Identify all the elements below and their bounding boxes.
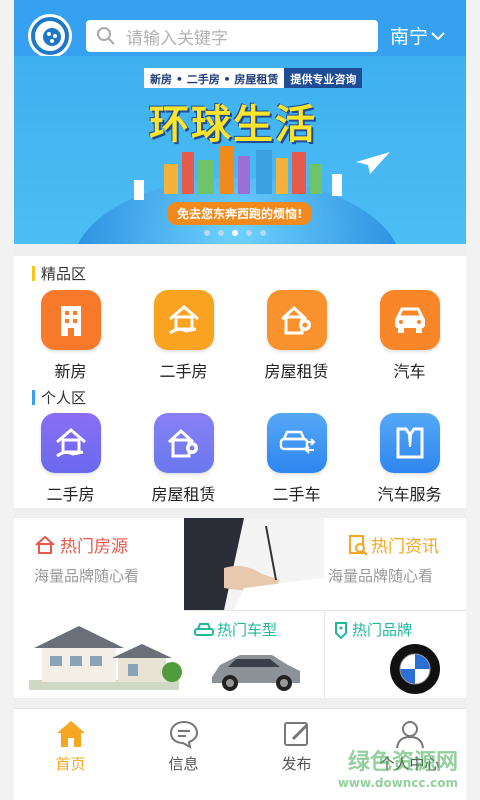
tab-publish-label: 发布: [281, 755, 312, 773]
car-swap-icon: [266, 413, 327, 473]
carousel-dot-active[interactable]: [232, 230, 238, 236]
tab-home[interactable]: 首页: [14, 709, 127, 800]
search-icon: [97, 27, 115, 45]
suit-icon: [379, 413, 440, 473]
hot-car-models-card[interactable]: 热门车型: [184, 611, 325, 699]
app-logo[interactable]: [28, 14, 72, 58]
personal-item-label: 二手房: [46, 485, 95, 504]
building-icon: [40, 290, 101, 350]
premium-section-header: 精品区: [32, 263, 86, 284]
carousel-dot[interactable]: [218, 230, 224, 236]
premium-item-label: 房屋租赁: [264, 362, 329, 381]
personal-grid: 二手房 房屋租赁 二手车 汽车服务: [14, 413, 466, 505]
hot-news-title-row: 热门资讯: [348, 532, 466, 557]
premium-section-title: 精品区: [41, 265, 87, 283]
premium-item-label: 汽车: [393, 362, 426, 381]
hot-news-card[interactable]: 热门资讯 海量品牌随心看: [324, 518, 466, 610]
home-icon: [56, 721, 85, 747]
house-hand-icon: [153, 290, 214, 350]
hot-brands-card[interactable]: 热门品牌: [325, 611, 466, 699]
chevron-down-icon: [431, 31, 445, 40]
app-container: 请输入关键字 南宁 新房 • 二手房 • 房屋租赁 提供专业咨询 环球生活 免去…: [14, 0, 466, 800]
house-hand-icon: [40, 413, 101, 473]
left-frame: [0, 0, 14, 800]
hot-section: 热门房源 海量品牌随心看 热门资讯 海量品牌随心看 热门车型 热门品牌: [14, 518, 466, 699]
car-icon: [379, 290, 440, 350]
bottom-tab-bar: 首页 信息 发布 个人中心 绿色资源网 www.downcc.com: [14, 708, 466, 800]
bmw-logo-icon: [390, 644, 440, 694]
tab-messages-label: 信息: [168, 755, 199, 773]
premium-item-rental[interactable]: 房屋租赁: [240, 290, 353, 382]
divider: [14, 244, 466, 256]
hot-car-models-title-row: 热门车型: [194, 619, 324, 640]
personal-item-used-car[interactable]: 二手车: [240, 413, 353, 505]
hot-news-subtitle: 海量品牌随心看: [328, 567, 434, 585]
personal-item-label: 汽车服务: [377, 485, 442, 504]
personal-item-second-house[interactable]: 二手房: [14, 413, 127, 505]
watermark-text: 绿色资源网: [347, 750, 458, 775]
premium-item-label: 新房: [54, 362, 87, 381]
villa-image: [29, 626, 182, 690]
divider: [14, 508, 466, 518]
globe-logo-icon: [31, 17, 69, 55]
premium-item-second-house[interactable]: 二手房: [127, 290, 240, 382]
message-icon: [169, 720, 198, 749]
tab-home-label: 首页: [55, 755, 86, 773]
personal-section-title: 个人区: [41, 389, 87, 407]
tab-publish[interactable]: 发布: [240, 709, 353, 800]
personal-item-label: 房屋租赁: [151, 485, 216, 504]
tag-icon: [335, 621, 347, 639]
carousel-dot[interactable]: [204, 230, 210, 236]
watermark-url: www.downcc.com: [337, 776, 458, 790]
hot-brands-title: 热门品牌: [352, 621, 413, 639]
hot-news-title: 热门资讯: [371, 537, 439, 557]
house-key-icon: [266, 290, 327, 350]
hot-houses-subtitle: 海量品牌随心看: [34, 567, 140, 585]
city-selector[interactable]: 南宁: [390, 22, 445, 49]
section-accent: [32, 390, 35, 405]
city-label: 南宁: [390, 26, 429, 48]
hot-houses-card[interactable]: 热门房源 海量品牌随心看: [14, 518, 184, 698]
premium-grid: 新房 二手房 房屋租赁 汽车: [14, 290, 466, 382]
banner-slogan: 免去您东奔西跑的烦恼!: [167, 202, 313, 225]
promo-banner[interactable]: 新房 • 二手房 • 房屋租赁 提供专业咨询 环球生活 免去您东奔西跑的烦恼!: [14, 56, 466, 244]
search-input[interactable]: 请输入关键字: [86, 20, 378, 52]
premium-item-new-house[interactable]: 新房: [14, 290, 127, 382]
carousel-dot[interactable]: [246, 230, 252, 236]
hot-brands-title-row: 热门品牌: [333, 619, 466, 640]
car-outline-icon: [194, 622, 214, 636]
tab-messages[interactable]: 信息: [127, 709, 240, 800]
premium-item-car[interactable]: 汽车: [353, 290, 466, 382]
hot-bottom-row: 热门车型 热门品牌: [184, 610, 466, 699]
personal-item-car-service[interactable]: 汽车服务: [353, 413, 466, 505]
app-screen: 请输入关键字 南宁 新房 • 二手房 • 房屋租赁 提供专业咨询 环球生活 免去…: [0, 0, 480, 800]
personal-section-header: 个人区: [32, 387, 86, 408]
divider: [14, 698, 466, 708]
document-search-icon: [349, 534, 368, 556]
premium-item-label: 二手房: [159, 362, 208, 381]
personal-item-label: 二手车: [272, 485, 321, 504]
hot-car-models-title: 热门车型: [217, 621, 278, 639]
right-frame: [466, 0, 480, 800]
house-key-icon: [153, 413, 214, 473]
edit-icon: [283, 722, 308, 746]
house-outline-icon: [35, 535, 55, 554]
carousel-dots[interactable]: [204, 230, 266, 236]
search-placeholder: 请输入关键字: [126, 28, 228, 49]
car-image: [212, 655, 300, 691]
personal-item-rental[interactable]: 房屋租赁: [127, 413, 240, 505]
writing-hand-image: [184, 518, 324, 610]
hot-houses-title: 热门房源: [60, 537, 128, 557]
hot-houses-title-row: 热门房源: [34, 532, 184, 557]
section-accent: [32, 266, 35, 281]
watermark: 绿色资源网 www.downcc.com: [338, 744, 458, 790]
carousel-dot[interactable]: [260, 230, 266, 236]
